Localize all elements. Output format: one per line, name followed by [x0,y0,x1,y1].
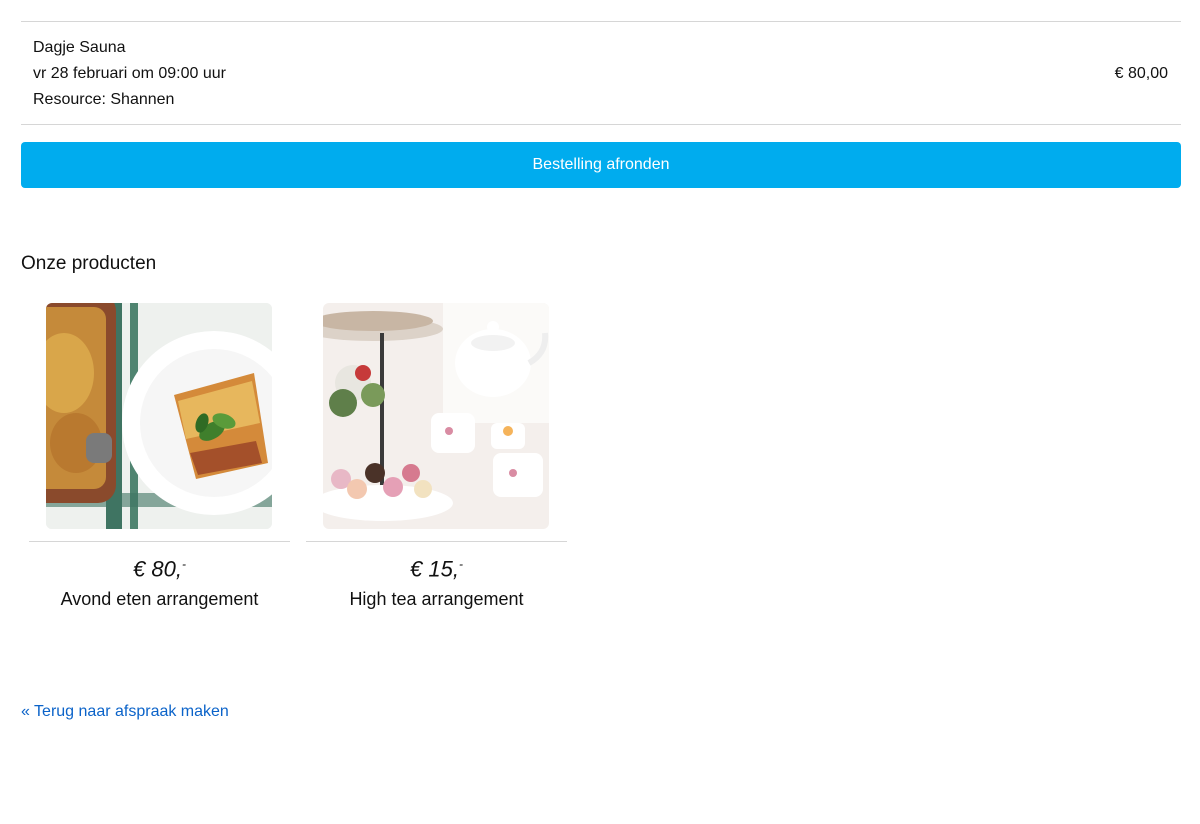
order-item-resource: Resource: Shannen [33,91,175,108]
product-price-sup: - [458,557,463,571]
order-bottom-divider [21,124,1181,125]
order-item-price: € 80,00 [1114,65,1168,82]
product-price-sup: - [181,557,186,571]
product-price: € 15,- [306,549,567,584]
order-item-details: Dagje Sauna vr 28 februari om 09:00 uur … [33,35,226,113]
lasagna-image [46,303,272,529]
order-item-datetime: vr 28 februari om 09:00 uur [33,65,226,82]
products-section-title: Onze producten [21,253,157,274]
product-price: € 80,- [29,549,290,584]
high-tea-image [323,303,549,529]
product-price-value: € 80, [133,556,182,582]
back-to-appointment-link[interactable]: « Terug naar afspraak maken [21,700,229,724]
complete-order-button[interactable]: Bestelling afronden [21,142,1181,188]
product-name[interactable]: Avond eten arrangement [29,587,290,611]
order-item-title: Dagje Sauna [33,39,126,56]
product-name[interactable]: High tea arrangement [306,587,567,611]
product-divider [29,541,290,542]
product-card-high-tea[interactable]: € 15,- High tea arrangement [306,303,567,615]
order-line-item: Dagje Sauna vr 28 februari om 09:00 uur … [21,22,1181,124]
product-divider [306,541,567,542]
product-card-dinner[interactable]: € 80,- Avond eten arrangement [29,303,290,615]
lasagna-photo[interactable] [46,303,272,529]
high-tea-photo[interactable] [323,303,549,529]
product-price-value: € 15, [410,556,459,582]
